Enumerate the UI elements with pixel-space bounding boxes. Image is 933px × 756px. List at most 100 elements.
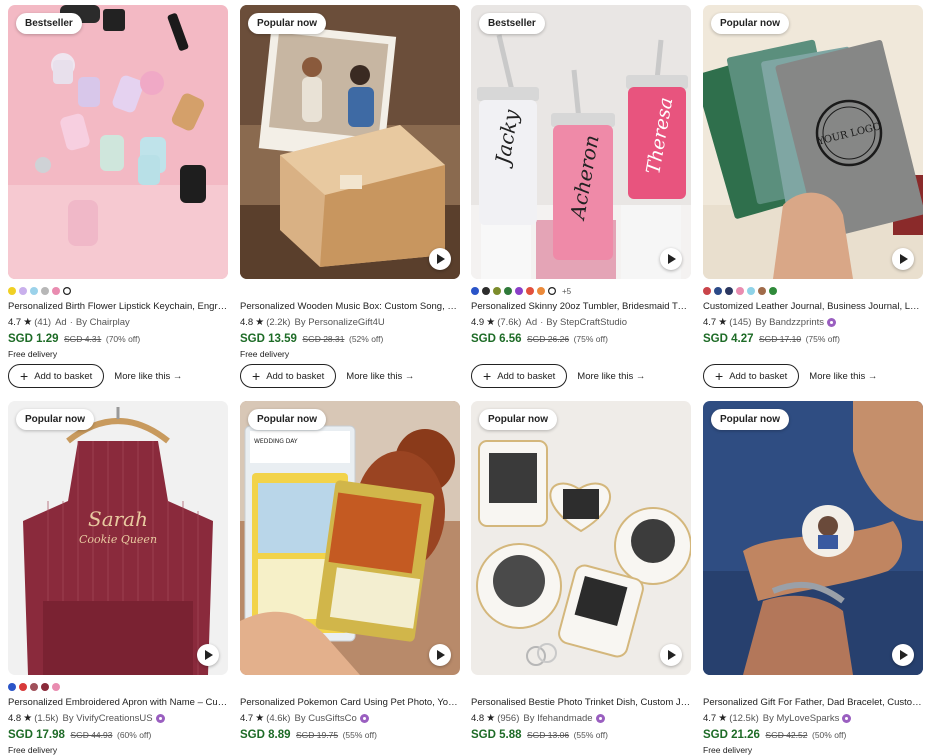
seller-name[interactable]: By CusGiftsCo [294,712,356,725]
swatch[interactable] [537,287,545,295]
product-title[interactable]: Personalized Skinny 20oz Tumbler, Brides… [471,300,691,313]
swatch[interactable] [504,287,512,295]
swatch[interactable] [52,287,60,295]
rating-value: 4.7 [703,317,717,328]
apron-name: Sarah [88,507,148,531]
more-like-this-link[interactable]: More like this → [809,371,877,382]
product-image[interactable]: WEDDING DAY Popular now [240,401,460,675]
star-icon: ★ [718,713,728,724]
star-icon: ★ [23,317,33,328]
more-swatches[interactable]: +5 [562,287,571,296]
swatch[interactable] [526,287,534,295]
color-swatches: +5 [471,285,691,297]
seller-name[interactable]: By VivifyCreationsUS [62,712,152,725]
rating-line: 4.8 ★ (1.5k) By VivifyCreationsUS [8,712,228,725]
price-line: SGD 21.26 SGD 42.52 (50% off) [703,728,923,743]
product-title[interactable]: Personalised Bestie Photo Trinket Dish, … [471,696,691,709]
product-image[interactable]: Bestseller [8,5,228,279]
product-image[interactable]: Popular now [471,401,691,675]
swatch[interactable] [8,683,16,691]
more-like-this-link[interactable]: More like this → [577,371,645,382]
swatch[interactable] [736,287,744,295]
price-line: SGD 4.27 SGD 17.10 (75% off) [703,332,923,347]
price-line: SGD 5.88 SGD 13.06 (55% off) [471,728,691,743]
separator: · [540,317,544,328]
swatch[interactable] [758,287,766,295]
product-title[interactable]: Personalized Wooden Music Box: Custom So… [240,300,460,313]
free-delivery: Free delivery [240,349,290,359]
color-swatches [703,285,923,297]
swatch[interactable] [471,287,479,295]
product-card[interactable]: WEDDING DAY Popular now Personalized Pok… [240,401,460,743]
product-title[interactable]: Personalized Pokemon Card Using Pet Phot… [240,696,460,709]
discount: (60% off) [117,730,152,740]
play-video-icon[interactable] [660,248,682,270]
seller-name[interactable]: By MyLoveSparks [763,712,840,725]
button-label: Add to basket [266,370,325,382]
swatch[interactable] [769,287,777,295]
swatch[interactable] [19,683,27,691]
swatch[interactable] [19,287,27,295]
review-count: (12.5k) [729,713,759,724]
product-card[interactable]: Popular now Personalised Bestie Photo Tr… [471,401,691,743]
swatch[interactable] [714,287,722,295]
sale-price: SGD 1.29 [8,333,59,345]
rating-value: 4.7 [240,713,254,724]
color-swatches [240,681,460,693]
seller-name[interactable]: By Bandzzprints [755,316,824,329]
swatch[interactable] [747,287,755,295]
sale-price: SGD 6.56 [471,333,522,345]
play-video-icon[interactable] [197,644,219,666]
add-to-basket-button[interactable]: + Add to basket [471,364,568,388]
star-icon: ★ [255,317,265,328]
swatch[interactable] [30,287,38,295]
seller-name[interactable]: By PersonalizeGift4U [294,316,384,329]
product-title[interactable]: Customized Leather Journal, Business Jou… [703,300,923,313]
product-card[interactable]: Sarah Cookie Queen Popular now Personali… [8,401,228,756]
swatch[interactable] [8,287,16,295]
product-image[interactable]: Sarah Cookie Queen Popular now [8,401,228,675]
play-video-icon[interactable] [660,644,682,666]
play-video-icon[interactable] [892,248,914,270]
product-title[interactable]: Personalized Embroidered Apron with Name… [8,696,228,709]
product-image[interactable]: Popular now [703,401,923,675]
swatch[interactable] [63,287,71,295]
seller-name[interactable]: By Chairplay [76,316,130,329]
add-to-basket-button[interactable]: + Add to basket [240,364,337,388]
swatch[interactable] [548,287,556,295]
swatch[interactable] [52,683,60,691]
seller-name[interactable]: By StepCraftStudio [546,316,627,329]
swatch[interactable] [515,287,523,295]
add-to-basket-button[interactable]: + Add to basket [703,364,800,388]
swatch[interactable] [41,287,49,295]
swatch[interactable] [725,287,733,295]
product-card[interactable]: Jacky Acheron Theresa Bestseller +5 Pers… [471,5,691,347]
product-image[interactable]: Popular now [240,5,460,279]
seller-name[interactable]: By Ifehandmade [523,712,592,725]
swatch[interactable] [482,287,490,295]
play-video-icon[interactable] [429,644,451,666]
play-video-icon[interactable] [892,644,914,666]
product-card[interactable]: YOUR LOGO Popular now Customized Leather… [703,5,923,347]
original-price: SGD 13.06 [527,730,570,740]
product-card[interactable]: Bestseller Personalized Birth Flower Lip… [8,5,228,360]
swatch[interactable] [493,287,501,295]
button-label: Add to basket [34,370,93,382]
more-like-this-link[interactable]: More like this → [346,371,414,382]
product-card[interactable]: Popular now Personalized Wooden Music Bo… [240,5,460,360]
product-title[interactable]: Personalized Gift For Father, Dad Bracel… [703,696,923,709]
swatch[interactable] [41,683,49,691]
popular-badge: Popular now [248,409,326,430]
swatch[interactable] [703,287,711,295]
discount: (75% off) [805,334,840,344]
product-image[interactable]: YOUR LOGO Popular now [703,5,923,279]
play-video-icon[interactable] [429,248,451,270]
product-card[interactable]: Popular now Personalized Gift For Father… [703,401,923,756]
product-image[interactable]: Jacky Acheron Theresa Bestseller [471,5,691,279]
product-title[interactable]: Personalized Birth Flower Lipstick Keych… [8,300,228,313]
swatch[interactable] [30,683,38,691]
more-like-this-link[interactable]: More like this → [114,371,182,382]
add-to-basket-button[interactable]: + Add to basket [8,364,105,388]
rating-line: 4.8 ★ (2.2k) By PersonalizeGift4U [240,316,460,329]
card-actions: + Add to basket More like this → [471,364,645,388]
